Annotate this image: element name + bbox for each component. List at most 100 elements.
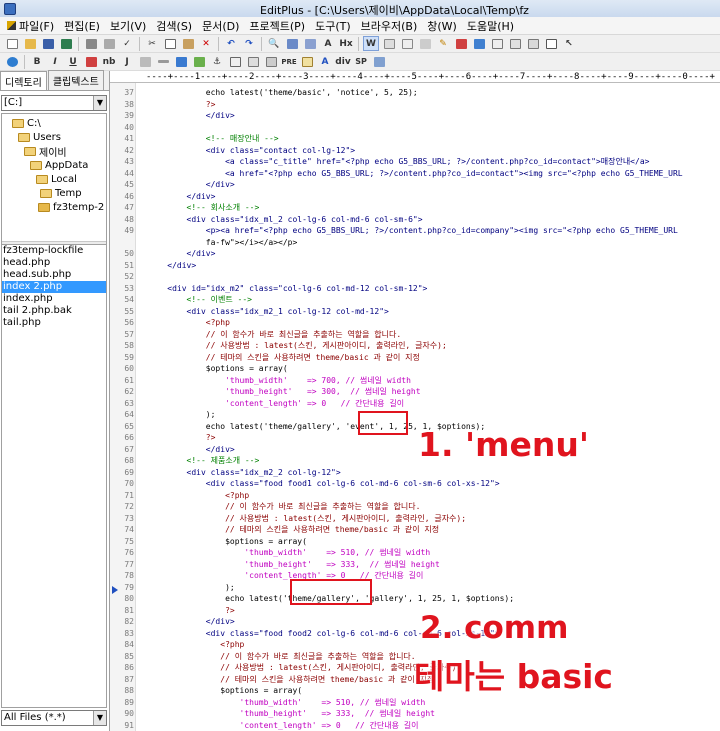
open-folder-icon[interactable] <box>22 36 38 51</box>
code-line[interactable]: 47 <!-- 회사소개 --> <box>110 202 720 214</box>
code-line[interactable]: 72 // 이 함수가 바로 최신글을 추출하는 역할을 합니다. <box>110 501 720 513</box>
code-line[interactable]: 73 // 사용방법 : latest(스킨, 게시판아이디, 출력라인, 글자… <box>110 513 720 525</box>
browser-icon[interactable] <box>471 36 487 51</box>
link-icon[interactable] <box>173 54 189 69</box>
comment-icon[interactable] <box>299 54 315 69</box>
file-filter-select[interactable]: All Files (*.*) ▼ <box>1 710 107 726</box>
code-line[interactable]: 40 <box>110 122 720 134</box>
chevron-down-icon[interactable]: ▼ <box>93 711 106 725</box>
menu-file[interactable]: 파일(F) <box>2 18 59 34</box>
folder-node[interactable]: Temp <box>40 186 82 200</box>
anchor-icon[interactable]: ⚓ <box>209 54 225 69</box>
replace-icon[interactable] <box>284 36 300 51</box>
fullscreen-icon[interactable] <box>543 36 559 51</box>
code-line[interactable]: 39 </div> <box>110 110 720 122</box>
tab-cliptext[interactable]: 클립텍스트 <box>47 70 104 90</box>
code-line[interactable]: 68 <!-- 제품소개 --> <box>110 455 720 467</box>
print-icon[interactable] <box>83 36 99 51</box>
code-line[interactable]: 58 // 사용방법 : latest(스킨, 게시판아이디, 출력라인, 글자… <box>110 340 720 352</box>
code-line[interactable]: 62 'thumb_height' => 300, // 썸네일 height <box>110 386 720 398</box>
window-tile-icon[interactable] <box>489 36 505 51</box>
code-line[interactable]: 82 </div> <box>110 616 720 628</box>
code-line[interactable]: 59 // 테마의 스킨을 사용하려면 theme/basic 과 같이 지정 <box>110 352 720 364</box>
menu-edit[interactable]: 편집(E) <box>59 18 105 34</box>
code-line[interactable]: 46 </div> <box>110 191 720 203</box>
drive-select[interactable]: [C:] ▼ <box>1 95 107 111</box>
list-item[interactable]: index.php <box>2 293 106 305</box>
redo-icon[interactable]: ↷ <box>241 36 257 51</box>
table-icon[interactable] <box>227 54 243 69</box>
menu-browser[interactable]: 브라우저(B) <box>356 18 423 34</box>
code-line[interactable]: 50 </div> <box>110 248 720 260</box>
code-line[interactable]: 91 'content_length' => 0 // 간단내용 길이 <box>110 720 720 731</box>
font-icon[interactable] <box>83 54 99 69</box>
list-item[interactable]: head.php <box>2 257 106 269</box>
list-item[interactable]: tail 2.php.bak <box>2 305 106 317</box>
code-line[interactable]: fa-fw"></i></a></p> <box>110 237 720 249</box>
list-item[interactable]: fz3temp-lockfile <box>2 245 106 257</box>
menu-view[interactable]: 보기(V) <box>105 18 151 34</box>
list-item-selected[interactable]: index 2.php <box>2 281 106 293</box>
globe-icon[interactable] <box>4 54 20 69</box>
spell-check-icon[interactable]: ✓ <box>119 36 135 51</box>
code-line[interactable]: 52 <box>110 271 720 283</box>
code-editor[interactable]: 37 echo latest('theme/basic', 'notice', … <box>110 83 720 731</box>
folder-node[interactable]: AppData <box>30 158 88 172</box>
window-cascade-icon[interactable] <box>507 36 523 51</box>
list-item[interactable]: tail.php <box>2 317 106 329</box>
bold-button[interactable]: B <box>29 54 45 69</box>
justify-button[interactable]: J <box>119 54 135 69</box>
code-line[interactable]: 61 'thumb_width' => 700, // 썸네일 width <box>110 375 720 387</box>
pencil-icon[interactable]: ✎ <box>435 36 451 51</box>
code-line[interactable]: 89 'thumb_width' => 510, // 썸네일 width <box>110 697 720 709</box>
nbsp-button[interactable]: nb <box>101 54 117 69</box>
menu-help[interactable]: 도움말(H) <box>462 18 519 34</box>
folder-node[interactable]: fz3temp-2 <box>38 200 104 214</box>
save-all-icon[interactable] <box>58 36 74 51</box>
code-line[interactable]: 44 <a href="<?php echo G5_BBS_URL; ?>/co… <box>110 168 720 180</box>
menu-document[interactable]: 문서(D) <box>197 18 244 34</box>
code-line[interactable]: 54 <!-- 이벤트 --> <box>110 294 720 306</box>
code-line[interactable]: 64 ); <box>110 409 720 421</box>
image-icon[interactable] <box>191 54 207 69</box>
code-line[interactable]: 90 'thumb_height' => 333, // 썸네일 height <box>110 708 720 720</box>
code-line[interactable]: 65 echo latest('theme/gallery', 'event',… <box>110 421 720 433</box>
folder-node[interactable]: 제이비 <box>24 144 67 159</box>
code-line[interactable]: 80 echo latest('theme/gallery', 'gallery… <box>110 593 720 605</box>
code-line[interactable]: 60 $options = array( <box>110 363 720 375</box>
underline-button[interactable]: U <box>65 54 81 69</box>
code-line[interactable]: 78 'content_length' => 0 // 간단내용 길이 <box>110 570 720 582</box>
code-line[interactable]: 53 <div id="idx_m2" class="col-lg-6 col-… <box>110 283 720 295</box>
code-line[interactable]: 83 <div class="food food2 col-lg-6 col-m… <box>110 628 720 640</box>
hr-icon[interactable] <box>155 54 171 69</box>
code-line[interactable]: 66 ?> <box>110 432 720 444</box>
code-line[interactable]: 38 ?> <box>110 99 720 111</box>
pre-button[interactable]: PRE <box>281 54 297 69</box>
code-line[interactable]: 74 // 테마의 스킨을 사용하려면 theme/basic 과 같이 지정 <box>110 524 720 536</box>
delete-icon[interactable]: ✕ <box>198 36 214 51</box>
code-line[interactable]: 37 echo latest('theme/basic', 'notice', … <box>110 87 720 99</box>
code-line[interactable]: 55 <div class="idx_m2_1 col-lg-12 col-md… <box>110 306 720 318</box>
code-line[interactable]: 77 'thumb_height' => 333, // 썸네일 height <box>110 559 720 571</box>
list-item[interactable]: head.sub.php <box>2 269 106 281</box>
sp-button[interactable]: SP <box>353 54 369 69</box>
goto-icon[interactable]: A <box>320 36 336 51</box>
menu-window[interactable]: 창(W) <box>422 18 462 34</box>
word-wrap-icon[interactable]: W <box>363 36 379 51</box>
italic-button[interactable]: I <box>47 54 63 69</box>
code-line[interactable]: 57 // 이 함수가 바로 최신글을 추출하는 역할을 합니다. <box>110 329 720 341</box>
code-line[interactable]: 70 <div class="food food1 col-lg-6 col-m… <box>110 478 720 490</box>
code-line[interactable]: 79 ); <box>110 582 720 594</box>
line-number-icon[interactable] <box>399 36 415 51</box>
find-next-icon[interactable] <box>302 36 318 51</box>
code-line[interactable]: 48 <div class="idx_ml_2 col-lg-6 col-md-… <box>110 214 720 226</box>
align-icon[interactable] <box>137 54 153 69</box>
cut-icon[interactable]: ✂ <box>144 36 160 51</box>
div-button[interactable]: div <box>335 54 351 69</box>
code-line[interactable]: 81 ?> <box>110 605 720 617</box>
folder-node[interactable]: Users <box>18 130 61 144</box>
undo-icon[interactable]: ↶ <box>223 36 239 51</box>
code-line[interactable]: 75 $options = array( <box>110 536 720 548</box>
paste-icon[interactable] <box>180 36 196 51</box>
column-icon[interactable] <box>417 36 433 51</box>
